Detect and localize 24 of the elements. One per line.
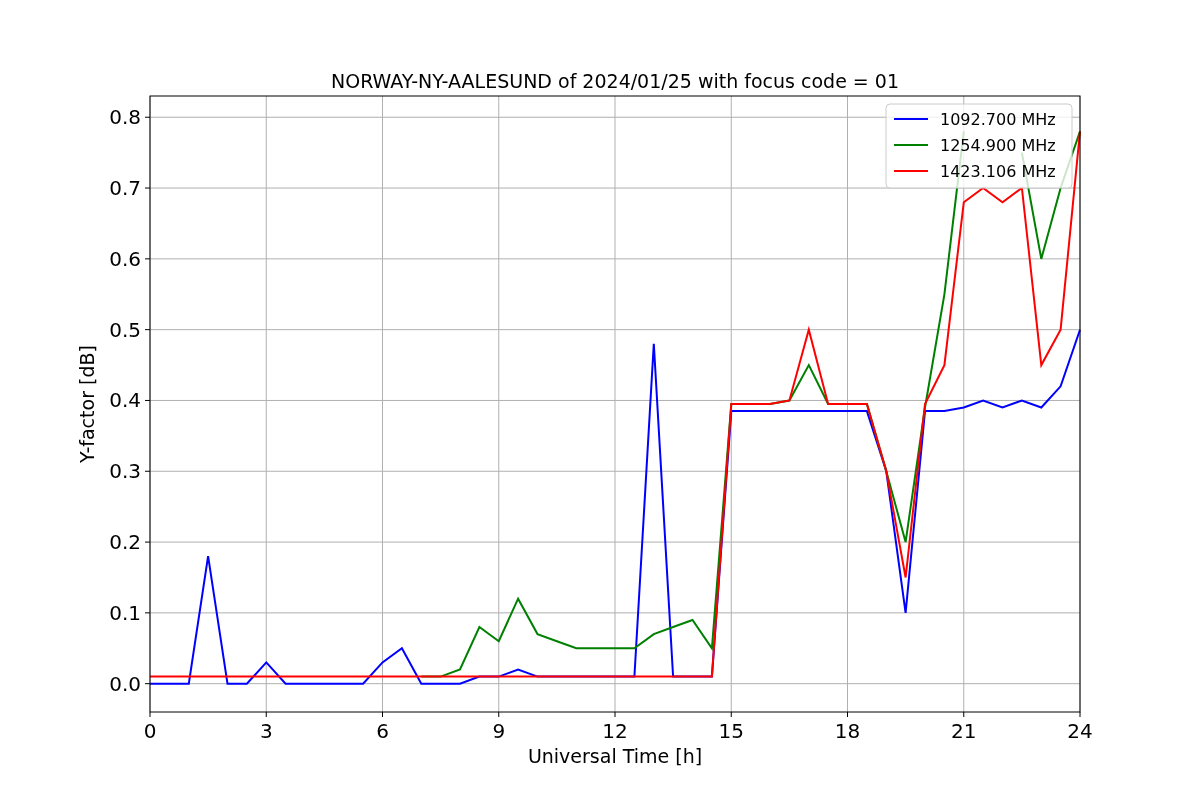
y-tick-label: 0.3 bbox=[109, 459, 141, 484]
x-axis-label: Universal Time [h] bbox=[527, 745, 703, 767]
y-tick-label: 0.2 bbox=[109, 530, 141, 555]
x-tick-label: 21 bbox=[951, 719, 977, 743]
x-tick-label: 6 bbox=[376, 719, 389, 743]
x-tick-label: 12 bbox=[602, 719, 628, 743]
x-tick-label: 15 bbox=[718, 719, 744, 743]
y-tick-label: 0.1 bbox=[109, 600, 141, 625]
y-tick-label: 0.8 bbox=[109, 105, 141, 130]
y-tick-label: 0.0 bbox=[109, 671, 141, 696]
chart-title: NORWAY-NY-AALESUND of 2024/01/25 with focus code = 01 bbox=[331, 70, 899, 92]
y-tick-label: 0.7 bbox=[109, 176, 141, 201]
legend-label: 1423.106 MHz bbox=[940, 162, 1056, 181]
x-tick-label: 3 bbox=[259, 719, 273, 743]
legend-label: 1092.700 MHz bbox=[940, 110, 1056, 129]
y-axis-label: Y-factor [dB] bbox=[76, 345, 98, 463]
x-tick-label: 24 bbox=[1067, 719, 1093, 743]
y-tick-label: 0.6 bbox=[109, 246, 141, 271]
x-tick-label: 18 bbox=[834, 719, 861, 743]
y-tick-label: 0.5 bbox=[109, 317, 141, 342]
legend-label: 1254.900 MHz bbox=[940, 136, 1056, 155]
x-tick-label: 9 bbox=[492, 719, 506, 743]
y-tick-label: 0.4 bbox=[109, 388, 141, 413]
x-tick-label: 0 bbox=[143, 719, 157, 743]
